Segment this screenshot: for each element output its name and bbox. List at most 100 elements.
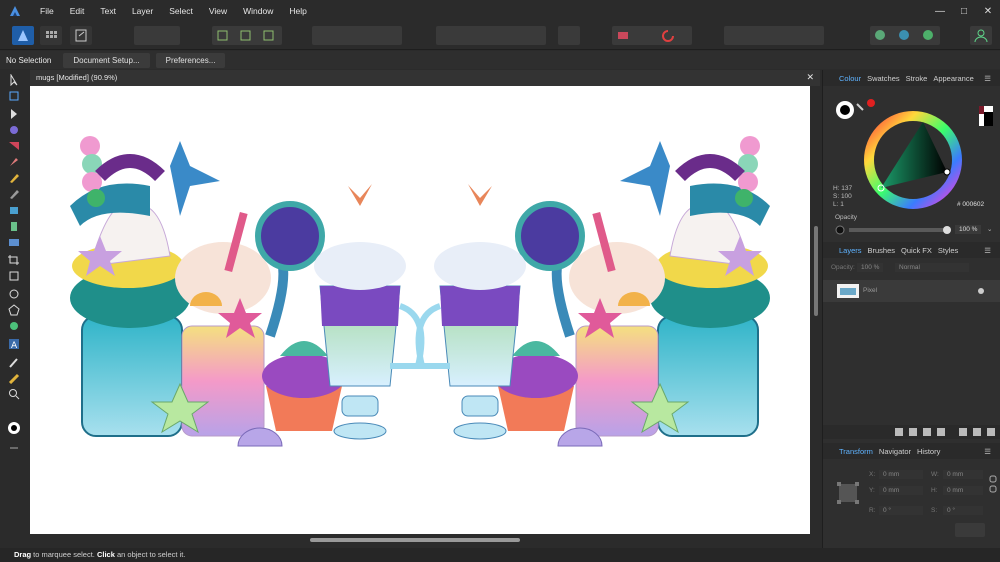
y-field[interactable]: 0 mm [879,486,923,495]
tab-layers[interactable]: Layers [839,246,862,255]
tab-brushes[interactable]: Brushes [868,246,896,255]
link-icon[interactable] [989,474,997,494]
tab-swatches[interactable]: Swatches [867,74,900,83]
minimize-button[interactable]: — [928,6,952,17]
swap-colours-icon[interactable] [7,442,21,454]
tool-group-2[interactable] [212,26,282,45]
w-field[interactable]: 0 mm [943,470,983,479]
tab-navigator[interactable]: Navigator [879,447,911,456]
brush-tool-icon[interactable] [7,188,21,200]
pen-tool-icon[interactable] [7,156,21,168]
transform-panel-tabs: Transform Navigator History ☰ [823,443,1000,459]
opacity-dropdown-icon[interactable]: ⌄ [987,225,992,233]
liquify-persona-button[interactable] [40,26,62,45]
colour-preview-swatch [979,106,993,126]
menu-view[interactable]: View [201,6,235,16]
zoom-tool-icon[interactable] [7,388,21,400]
document-tab[interactable]: mugs [Modified] (90.9%) ✕ [30,70,820,86]
r-label: R: [869,507,876,514]
tab-transform[interactable]: Transform [839,447,873,456]
tool-group-1[interactable] [134,26,180,45]
rectangle-tool-icon[interactable] [7,270,21,282]
tab-colour[interactable]: Colour [839,74,861,83]
blend-mode-select[interactable]: Normal [895,263,969,272]
menu-file[interactable]: File [32,6,62,16]
colour-swatch-icon[interactable] [7,420,21,442]
place-image-tool-icon[interactable] [7,236,21,248]
anchor-point-icon[interactable] [835,480,861,506]
crop-tool-icon[interactable] [7,254,21,266]
opacity-field[interactable]: 100 % [955,225,982,234]
preferences-button[interactable]: Preferences... [155,52,226,68]
fill-bucket-tool-icon[interactable] [7,204,21,216]
layer-name: Pixel [863,287,878,294]
account-button[interactable] [970,26,992,45]
status-click: Click [96,550,115,559]
export-persona-button[interactable] [70,26,92,45]
hex-value[interactable]: # 000602 [957,201,984,208]
opacity-slider[interactable] [835,225,955,235]
menu-help[interactable]: Help [281,6,314,16]
panel-menu-icon[interactable]: ☰ [984,447,991,456]
close-button[interactable]: ✕ [976,6,1000,17]
horizontal-scroll-thumb[interactable] [310,538,520,542]
tab-appearance[interactable]: Appearance [933,74,973,83]
text-tool-icon[interactable]: A [7,338,21,350]
layer-actions-icons[interactable] [893,427,999,437]
menu-text[interactable]: Text [92,6,124,16]
colour-wheel[interactable] [863,110,963,210]
gradient-tool-icon[interactable] [7,372,21,384]
svg-text:A: A [11,341,18,350]
context-toolbar: No Selection Document Setup... Preferenc… [0,51,1000,69]
tab-quick-fx[interactable]: Quick FX [901,246,932,255]
move-tool-icon[interactable] [7,74,21,86]
tool-group-6[interactable] [724,26,824,45]
horizontal-scrollbar[interactable] [30,534,812,546]
maximize-button[interactable]: □ [952,6,976,17]
menu-window[interactable]: Window [235,6,281,16]
document-canvas[interactable] [30,86,810,534]
fill-tool-icon[interactable] [7,140,21,152]
saturation-value: S: 100 [833,193,852,200]
transparency-tool-icon[interactable] [7,220,21,232]
tool-group-3[interactable] [312,26,402,45]
h-field[interactable]: 0 mm [943,486,983,495]
node-tool-icon[interactable] [7,108,21,120]
layer-opacity-label: Opacity: [831,264,855,271]
pencil-tool-icon[interactable] [7,172,21,184]
layer-visibility-icon[interactable] [977,287,985,295]
eyedropper-tool-icon[interactable] [7,356,21,368]
status-drag: Drag [14,550,32,559]
menu-layer[interactable]: Layer [124,6,161,16]
menu-select[interactable]: Select [161,6,201,16]
tool-group-4[interactable] [436,26,546,45]
snapping-group[interactable] [612,26,692,45]
corner-tool-icon[interactable] [7,124,21,136]
tab-history[interactable]: History [917,447,940,456]
layer-row[interactable]: Pixel [823,280,1000,302]
tools-panel: A [0,70,28,548]
r-field[interactable]: 0 ° [879,506,923,515]
shape-fill-tool-icon[interactable] [7,320,21,332]
panel-menu-icon[interactable]: ☰ [984,246,991,255]
tab-styles[interactable]: Styles [938,246,958,255]
vertical-scrollbar[interactable] [812,86,820,546]
shape-tool-icon[interactable] [7,304,21,316]
tab-stroke[interactable]: Stroke [906,74,928,83]
menu-edit[interactable]: Edit [62,6,93,16]
w-label: W: [931,471,939,478]
tool-group-5[interactable] [558,26,580,45]
document-title: mugs [Modified] (90.9%) [36,73,118,82]
assistant-group[interactable] [870,26,940,45]
ellipse-tool-icon[interactable] [7,288,21,300]
artboard-tool-icon[interactable] [7,90,21,102]
layer-opacity-field[interactable]: 100 % [857,263,884,272]
close-document-icon[interactable]: ✕ [806,72,814,83]
s-field[interactable]: 0 ° [943,506,983,515]
vertical-scroll-thumb[interactable] [814,226,818,316]
transform-options-button[interactable] [955,523,985,537]
document-setup-button[interactable]: Document Setup... [63,52,150,68]
panel-menu-icon[interactable]: ☰ [984,74,991,83]
photo-persona-button[interactable] [12,26,34,45]
x-field[interactable]: 0 mm [879,470,923,479]
